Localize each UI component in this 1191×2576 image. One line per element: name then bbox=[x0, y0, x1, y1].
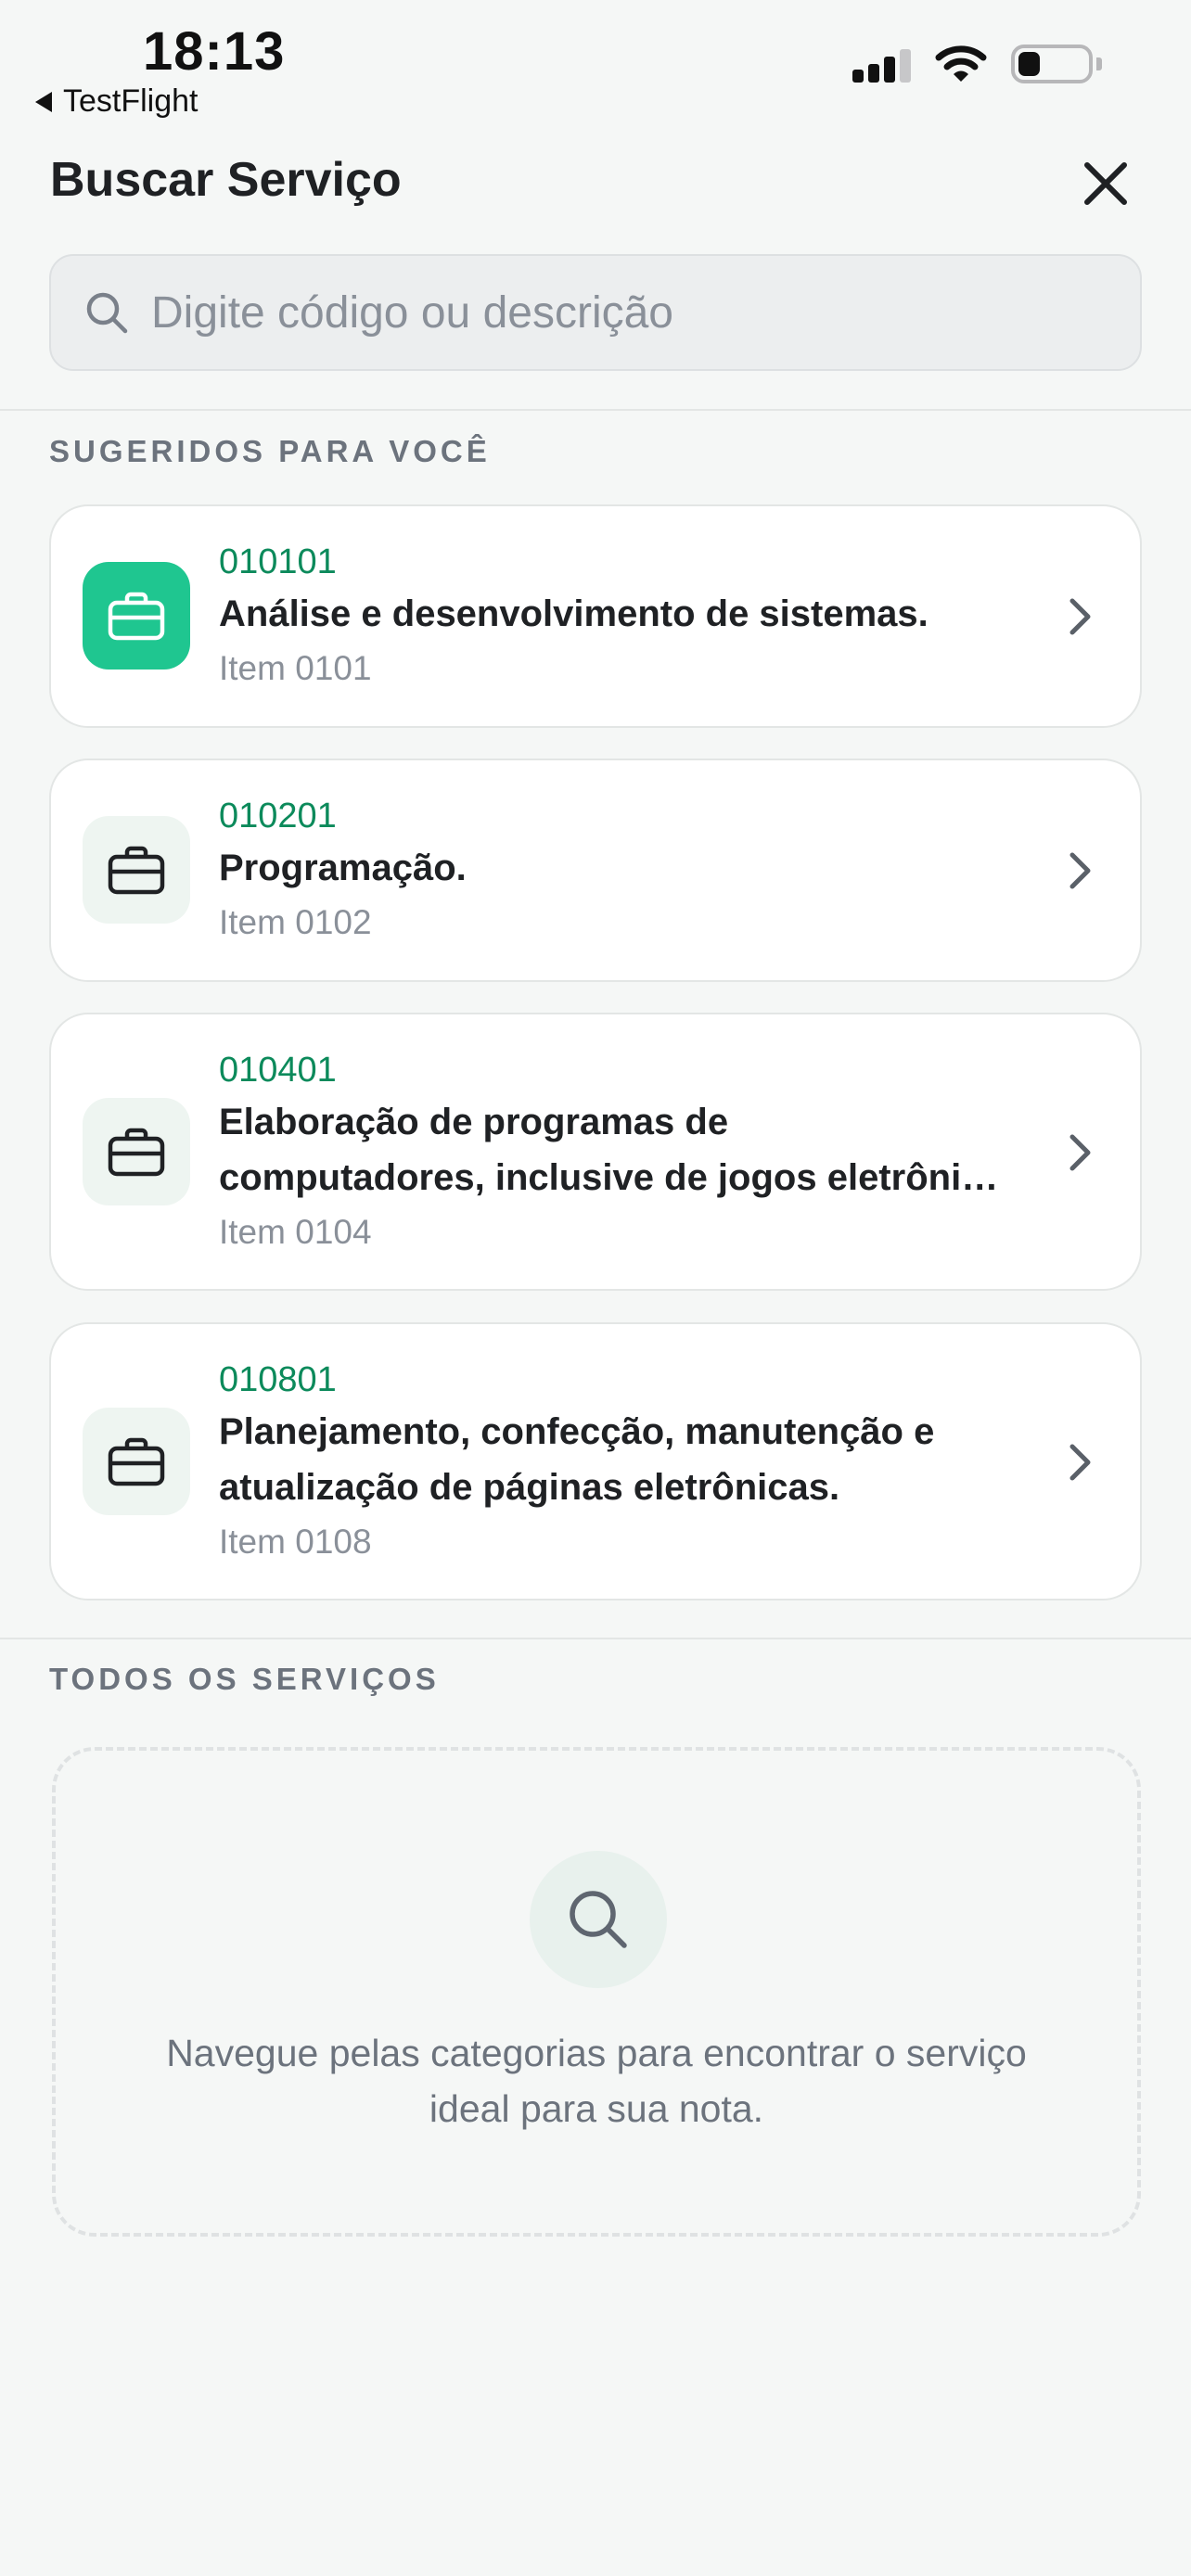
service-code: 010801 bbox=[219, 1360, 337, 1399]
briefcase-icon bbox=[108, 846, 165, 895]
service-card[interactable]: 010101 Análise e desenvolvimento de sist… bbox=[49, 504, 1142, 728]
close-icon[interactable] bbox=[1080, 158, 1132, 210]
service-icon-box bbox=[83, 816, 190, 924]
service-card[interactable]: 010401 Elaboração de programas de comput… bbox=[49, 1013, 1142, 1291]
section-label-all-services: TODOS OS SERVIÇOS bbox=[49, 1662, 440, 1696]
service-card[interactable]: 010201 Programação. Item 0102 bbox=[49, 759, 1142, 982]
cellular-signal-icon bbox=[852, 45, 911, 83]
empty-state-message: Navegue pelas categorias para encontrar … bbox=[111, 2025, 1082, 2136]
back-triangle-icon bbox=[35, 91, 52, 112]
service-code: 010101 bbox=[219, 542, 337, 581]
service-title-line-1: Planejamento, confecção, manutenção e bbox=[219, 1411, 935, 1452]
service-icon-box bbox=[83, 1098, 190, 1205]
briefcase-icon bbox=[108, 1128, 165, 1177]
status-time: 18:13 bbox=[143, 21, 286, 82]
service-title-line-2: atualização de páginas eletrônicas. bbox=[219, 1467, 840, 1508]
battery-icon bbox=[1011, 45, 1102, 83]
chevron-right-icon bbox=[1069, 598, 1091, 635]
briefcase-icon bbox=[108, 592, 165, 641]
service-title: Programação. bbox=[219, 848, 467, 888]
briefcase-icon bbox=[108, 1437, 165, 1486]
service-title-line-2: computadores, inclusive de jogos eletrôn… bbox=[219, 1157, 1001, 1198]
search-input[interactable] bbox=[151, 287, 1079, 338]
service-item-number: Item 0108 bbox=[219, 1523, 372, 1561]
status-bar: 18:13 TestFlight bbox=[0, 0, 1191, 130]
service-code: 010201 bbox=[219, 797, 337, 835]
service-icon-box bbox=[83, 562, 190, 670]
service-item-number: Item 0104 bbox=[219, 1213, 372, 1251]
service-item-number: Item 0101 bbox=[219, 649, 372, 687]
search-icon bbox=[570, 1891, 627, 1948]
status-indicators bbox=[852, 45, 1102, 83]
search-icon bbox=[86, 292, 128, 334]
empty-state-line-2: ideal para sua nota. bbox=[429, 2087, 764, 2130]
service-icon-box bbox=[83, 1408, 190, 1515]
wifi-icon bbox=[935, 45, 987, 82]
section-divider bbox=[0, 1638, 1191, 1639]
chevron-right-icon bbox=[1069, 1134, 1091, 1171]
chevron-right-icon bbox=[1069, 1444, 1091, 1481]
service-code: 010401 bbox=[219, 1051, 337, 1090]
service-item-number: Item 0102 bbox=[219, 903, 372, 941]
header: Buscar Serviço bbox=[0, 130, 1191, 411]
service-card[interactable]: 010801 Planejamento, confecção, manutenç… bbox=[49, 1322, 1142, 1600]
chevron-right-icon bbox=[1069, 852, 1091, 889]
section-label-suggested: SUGERIDOS PARA VOCÊ bbox=[49, 434, 491, 468]
back-to-app-button[interactable]: TestFlight bbox=[35, 83, 198, 120]
empty-state-icon-circle bbox=[530, 1851, 667, 1988]
service-title-line-1: Elaboração de programas de bbox=[219, 1102, 729, 1142]
back-app-label: TestFlight bbox=[63, 83, 198, 119]
page-title: Buscar Serviço bbox=[50, 153, 402, 207]
empty-state: Navegue pelas categorias para encontrar … bbox=[52, 1747, 1141, 2237]
search-field[interactable] bbox=[49, 254, 1142, 371]
service-title: Análise e desenvolvimento de sistemas. bbox=[219, 593, 928, 634]
empty-state-line-1: Navegue pelas categorias para encontrar … bbox=[166, 2032, 1027, 2074]
